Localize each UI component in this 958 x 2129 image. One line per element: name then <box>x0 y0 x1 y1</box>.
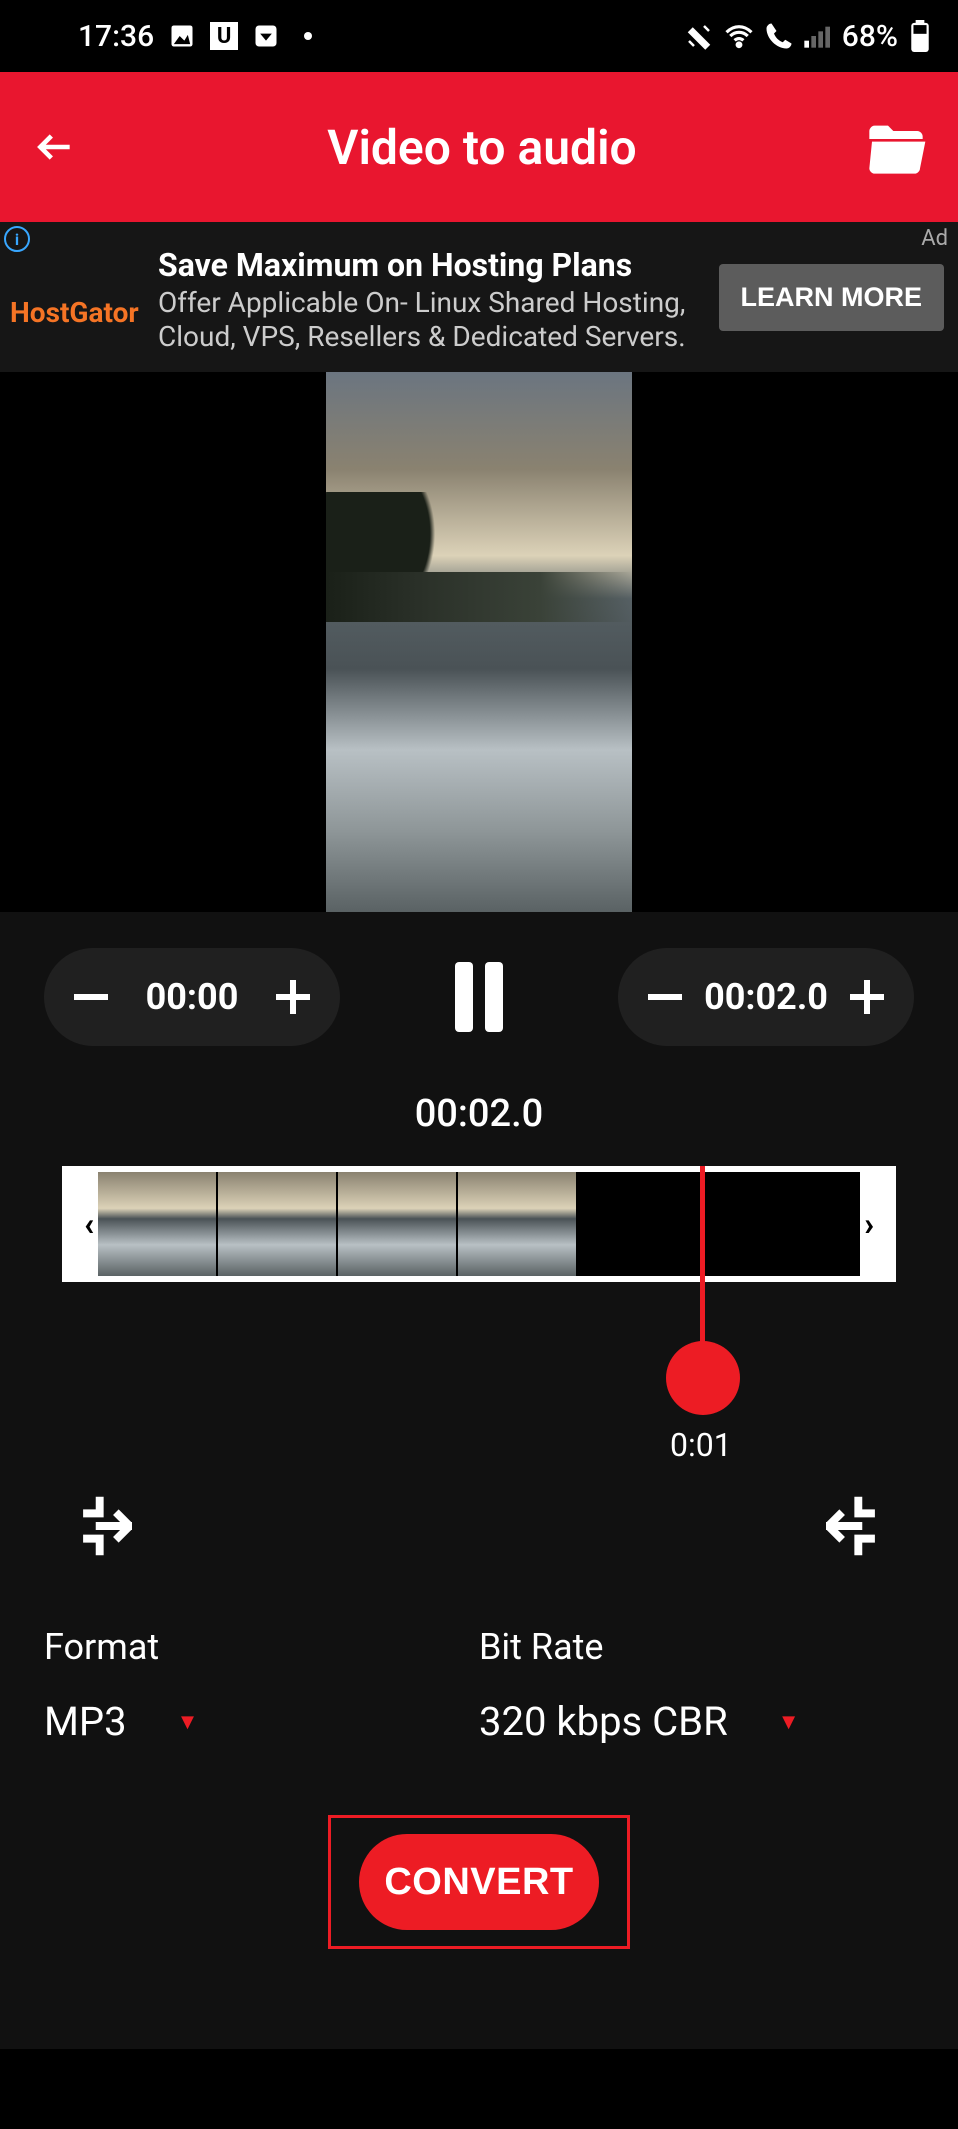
bitrate-option: Bit Rate 320 kbps CBR ▼ <box>479 1626 914 1745</box>
u-icon: U <box>210 22 238 50</box>
ad-banner[interactable]: i Ad HostGator Save Maximum on Hosting P… <box>0 222 958 372</box>
signal-icon <box>802 22 830 50</box>
status-time: 17:36 <box>78 19 154 54</box>
dropdown-icon <box>252 22 280 50</box>
bitrate-dropdown[interactable]: 320 kbps CBR ▼ <box>479 1698 914 1745</box>
ad-cta-button[interactable]: LEARN MORE <box>719 264 945 331</box>
start-increase-button[interactable] <box>276 980 310 1014</box>
battery-percent: 68% <box>842 19 898 54</box>
image-icon <box>168 22 196 50</box>
end-decrease-button[interactable] <box>648 994 682 1000</box>
status-right: 68% <box>684 19 930 54</box>
dot-icon <box>304 32 312 40</box>
convert-button[interactable]: CONVERT <box>359 1834 599 1930</box>
status-left: 17:36 U <box>78 19 312 54</box>
timeline-thumbnails[interactable] <box>98 1172 860 1276</box>
ad-info-icon[interactable]: i <box>4 226 30 252</box>
format-dropdown[interactable]: MP3 ▼ <box>44 1698 479 1745</box>
end-time-control: 00:02.0 <box>618 948 914 1046</box>
playhead-handle[interactable] <box>666 1341 740 1415</box>
trim-end-icon[interactable] <box>826 1496 878 1556</box>
ad-body: Offer Applicable On- Linux Shared Hostin… <box>158 286 709 353</box>
format-value: MP3 <box>44 1698 127 1745</box>
start-decrease-button[interactable] <box>74 994 108 1000</box>
app-header: Video to audio <box>0 72 958 222</box>
current-time: 00:02.0 <box>0 1082 958 1166</box>
convert-highlight: CONVERT <box>328 1815 630 1949</box>
trim-controls <box>0 1436 958 1596</box>
ad-label: Ad <box>921 226 948 251</box>
wifi-icon <box>722 21 756 51</box>
vibrate-icon <box>684 21 714 51</box>
ad-text: Save Maximum on Hosting Plans Offer Appl… <box>156 240 719 353</box>
playhead-time: 0:01 <box>670 1426 732 1464</box>
timeline-left-handle[interactable]: ‹ <box>84 1205 94 1243</box>
end-increase-button[interactable] <box>850 980 884 1014</box>
trim-start-icon[interactable] <box>80 1496 132 1556</box>
call-icon <box>764 21 794 51</box>
folder-button[interactable] <box>864 119 928 175</box>
page-title: Video to audio <box>40 119 864 176</box>
start-time-control: 00:00 <box>44 948 340 1046</box>
battery-icon <box>910 20 930 52</box>
timeline-area: ‹ › 0:01 <box>0 1166 958 1436</box>
format-label: Format <box>44 1626 479 1668</box>
conversion-options: Format MP3 ▼ Bit Rate 320 kbps CBR ▼ <box>0 1596 958 1785</box>
bitrate-value: 320 kbps CBR <box>479 1698 728 1745</box>
start-time-value: 00:00 <box>146 976 239 1018</box>
ad-headline: Save Maximum on Hosting Plans <box>158 246 709 284</box>
video-frame <box>326 372 632 912</box>
bitrate-label: Bit Rate <box>479 1626 914 1668</box>
timeline[interactable]: ‹ › <box>62 1166 896 1282</box>
pause-button[interactable] <box>455 962 503 1032</box>
playback-controls: 00:00 00:02.0 <box>0 912 958 1082</box>
timeline-right-handle[interactable]: › <box>864 1205 874 1243</box>
status-bar: 17:36 U 68% <box>0 0 958 72</box>
chevron-down-icon: ▼ <box>177 1709 199 1735</box>
ad-logo: HostGator <box>6 266 156 329</box>
chevron-down-icon: ▼ <box>778 1709 800 1735</box>
format-option: Format MP3 ▼ <box>44 1626 479 1745</box>
convert-area: CONVERT <box>0 1785 958 2049</box>
video-preview[interactable] <box>0 372 958 912</box>
end-time-value: 00:02.0 <box>704 976 828 1018</box>
